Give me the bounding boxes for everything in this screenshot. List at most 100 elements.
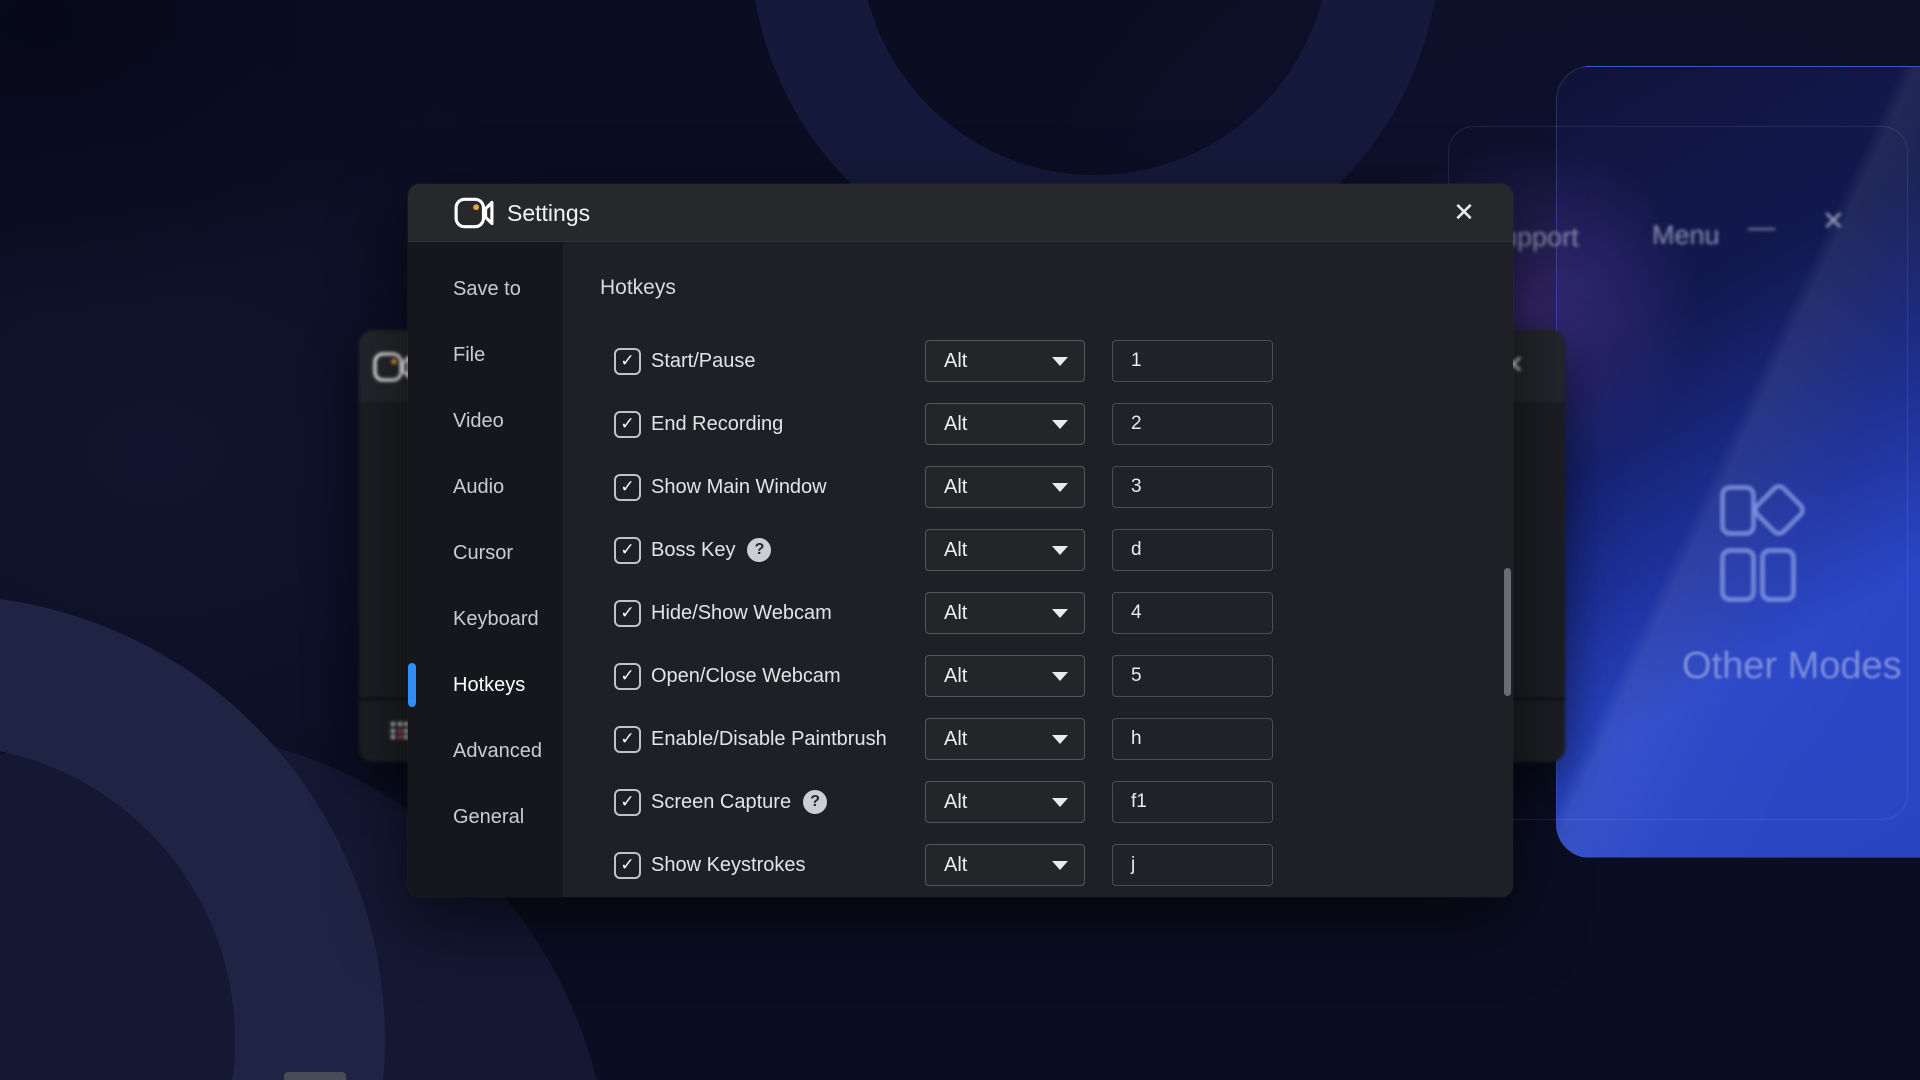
sidebar-item-label: Keyboard xyxy=(453,608,539,631)
hotkey-row: ✓ Show Main Window ? Alt 3 xyxy=(614,466,1513,508)
checkmark-icon: ✓ xyxy=(620,793,634,810)
modifier-dropdown[interactable]: Alt xyxy=(925,718,1085,760)
chevron-down-icon xyxy=(1052,420,1068,429)
hotkey-key-input[interactable]: 3 xyxy=(1112,466,1273,508)
checkmark-icon: ✓ xyxy=(620,415,634,432)
close-icon[interactable]: ✕ xyxy=(1822,206,1845,237)
checkmark-icon: ✓ xyxy=(620,604,634,621)
hotkey-row: ✓ Start/Pause ? Alt 1 xyxy=(614,340,1513,382)
hotkey-key-input[interactable]: 1 xyxy=(1112,340,1273,382)
chevron-down-icon xyxy=(1052,861,1068,870)
hotkey-checkbox[interactable]: ✓ xyxy=(614,726,641,753)
hotkey-key-value: h xyxy=(1131,719,1142,759)
settings-titlebar: Settings ✕ xyxy=(408,184,1513,242)
chevron-down-icon xyxy=(1052,798,1068,807)
close-icon[interactable]: ✕ xyxy=(1442,184,1486,242)
sidebar-item[interactable]: File xyxy=(408,322,563,388)
hotkey-key-value: j xyxy=(1131,845,1135,885)
modifier-dropdown[interactable]: Alt xyxy=(925,781,1085,823)
decor-bottom-sliver xyxy=(284,1072,346,1080)
mode-square-icon xyxy=(1720,485,1756,536)
mode-square-icon xyxy=(1760,548,1796,602)
hotkey-row: ✓ Enable/Disable Paintbrush ? Alt h xyxy=(614,718,1513,760)
modifier-value: Alt xyxy=(944,467,967,507)
modifier-dropdown[interactable]: Alt xyxy=(925,844,1085,886)
mode-square-icon xyxy=(1720,548,1756,602)
chevron-down-icon xyxy=(1052,546,1068,555)
settings-dialog: Settings ✕ Save to File Video xyxy=(408,184,1513,897)
sidebar-item-label: Hotkeys xyxy=(453,674,525,697)
sidebar-item-label: Save to xyxy=(453,278,521,301)
hotkey-checkbox[interactable]: ✓ xyxy=(614,600,641,627)
chevron-down-icon xyxy=(1052,672,1068,681)
hotkey-label: End Recording xyxy=(651,413,783,436)
hotkey-key-value: d xyxy=(1131,530,1142,570)
hotkey-label: Hide/Show Webcam xyxy=(651,602,832,625)
sidebar-item[interactable]: Advanced xyxy=(408,718,563,784)
drag-handle-grid-icon[interactable] xyxy=(391,722,408,739)
hotkey-checkbox[interactable]: ✓ xyxy=(614,789,641,816)
modifier-dropdown[interactable]: Alt xyxy=(925,340,1085,382)
hotkey-key-value: 4 xyxy=(1131,593,1142,633)
modifier-dropdown[interactable]: Alt xyxy=(925,403,1085,445)
sidebar-item-label: File xyxy=(453,344,485,367)
sidebar-item-label: Video xyxy=(453,410,504,433)
settings-sidebar: Save to File Video Audio xyxy=(408,242,563,897)
modifier-dropdown[interactable]: Alt xyxy=(925,592,1085,634)
hotkey-key-input[interactable]: 2 xyxy=(1112,403,1273,445)
checkmark-icon: ✓ xyxy=(620,856,634,873)
menu-menu-item[interactable]: Menu xyxy=(1652,220,1720,251)
active-indicator xyxy=(408,663,416,707)
sidebar-item[interactable]: Video xyxy=(408,388,563,454)
hotkey-key-input[interactable]: 5 xyxy=(1112,655,1273,697)
hotkey-label: Enable/Disable Paintbrush xyxy=(651,728,887,751)
modifier-dropdown[interactable]: Alt xyxy=(925,529,1085,571)
hotkey-row: ✓ End Recording ? Alt 2 xyxy=(614,403,1513,445)
hotkey-label: Show Main Window xyxy=(651,476,827,499)
chevron-down-icon xyxy=(1052,483,1068,492)
other-modes-card[interactable] xyxy=(1556,66,1920,858)
hotkey-checkbox[interactable]: ✓ xyxy=(614,411,641,438)
modifier-value: Alt xyxy=(944,341,967,381)
modifier-value: Alt xyxy=(944,404,967,444)
hotkey-key-input[interactable]: j xyxy=(1112,844,1273,886)
sidebar-item[interactable]: General xyxy=(408,784,563,850)
hotkey-checkbox[interactable]: ✓ xyxy=(614,663,641,690)
screen: Other Modes Support Menu — ✕ ✕ xyxy=(0,0,1920,1080)
sidebar-item[interactable]: Save to xyxy=(408,256,563,322)
modifier-value: Alt xyxy=(944,530,967,570)
modifier-dropdown[interactable]: Alt xyxy=(925,466,1085,508)
help-icon[interactable]: ? xyxy=(747,538,771,562)
camera-icon xyxy=(373,352,411,382)
sidebar-item[interactable]: Audio xyxy=(408,454,563,520)
hotkey-row: ✓ Boss Key ? Alt d xyxy=(614,529,1513,571)
help-icon[interactable]: ? xyxy=(803,790,827,814)
hotkey-key-input[interactable]: h xyxy=(1112,718,1273,760)
hotkey-row: ✓ Hide/Show Webcam ? Alt 4 xyxy=(614,592,1513,634)
sidebar-item[interactable]: Cursor xyxy=(408,520,563,586)
decor-ring-bottom-left xyxy=(0,595,385,1080)
modifier-value: Alt xyxy=(944,782,967,822)
modifier-value: Alt xyxy=(944,656,967,696)
hotkey-key-value: f1 xyxy=(1131,782,1147,822)
hotkey-key-input[interactable]: f1 xyxy=(1112,781,1273,823)
modifier-value: Alt xyxy=(944,719,967,759)
hotkey-key-input[interactable]: d xyxy=(1112,529,1273,571)
sidebar-item[interactable]: Keyboard xyxy=(408,586,563,652)
hotkey-row: ✓ Open/Close Webcam ? Alt 5 xyxy=(614,655,1513,697)
chevron-down-icon xyxy=(1052,609,1068,618)
hotkey-checkbox[interactable]: ✓ xyxy=(614,537,641,564)
chevron-down-icon xyxy=(1052,735,1068,744)
sidebar-item[interactable]: Hotkeys xyxy=(408,652,563,718)
checkmark-icon: ✓ xyxy=(620,730,634,747)
hotkey-key-input[interactable]: 4 xyxy=(1112,592,1273,634)
scrollbar-thumb[interactable] xyxy=(1504,568,1511,696)
modifier-dropdown[interactable]: Alt xyxy=(925,655,1085,697)
hotkey-checkbox[interactable]: ✓ xyxy=(614,474,641,501)
sidebar-item-label: Cursor xyxy=(453,542,513,565)
hotkey-checkbox[interactable]: ✓ xyxy=(614,348,641,375)
checkmark-icon: ✓ xyxy=(620,478,634,495)
hotkey-checkbox[interactable]: ✓ xyxy=(614,852,641,879)
hotkey-key-value: 3 xyxy=(1131,467,1142,507)
minimize-icon[interactable]: — xyxy=(1748,212,1775,243)
